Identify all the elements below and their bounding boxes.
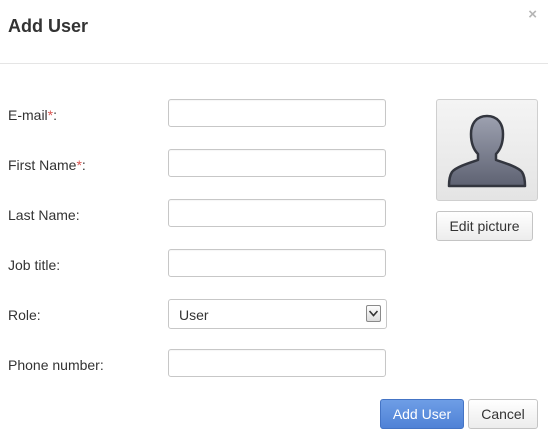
role-label: Role: (8, 307, 41, 323)
first-name-label: First Name*: (8, 157, 86, 173)
role-row: Role: User (0, 299, 400, 331)
phone-label: Phone number: (8, 357, 104, 373)
edit-picture-button[interactable]: Edit picture (436, 211, 533, 241)
email-label-text: E-mail (8, 107, 48, 123)
user-silhouette-icon (447, 114, 527, 188)
job-title-field[interactable] (168, 249, 386, 277)
add-user-button[interactable]: Add User (380, 399, 464, 429)
last-name-label: Last Name: (8, 207, 80, 223)
email-label-suffix: : (53, 107, 58, 123)
first-name-row: First Name*: (0, 149, 400, 181)
phone-field[interactable] (168, 349, 386, 377)
phone-row: Phone number: (0, 349, 400, 381)
avatar (436, 99, 538, 201)
job-title-label: Job title: (8, 257, 61, 273)
first-name-label-suffix: : (81, 157, 86, 173)
role-select[interactable]: User (168, 299, 387, 329)
add-user-dialog: Add User × E-mail*: First Name*: Last Na… (0, 0, 548, 436)
last-name-row: Last Name: (0, 199, 400, 231)
first-name-field[interactable] (168, 149, 386, 177)
cancel-button[interactable]: Cancel (468, 399, 538, 429)
dialog-title: Add User (8, 16, 89, 36)
chevron-down-icon[interactable] (366, 305, 381, 322)
dialog-header: Add User × (0, 0, 548, 64)
last-name-field[interactable] (168, 199, 386, 227)
email-row: E-mail*: (0, 99, 400, 131)
first-name-label-text: First Name (8, 157, 77, 173)
email-label: E-mail*: (8, 107, 57, 123)
email-field[interactable] (168, 99, 386, 127)
close-icon[interactable]: × (528, 7, 537, 23)
job-title-row: Job title: (0, 249, 400, 281)
role-select-value: User (179, 307, 209, 323)
